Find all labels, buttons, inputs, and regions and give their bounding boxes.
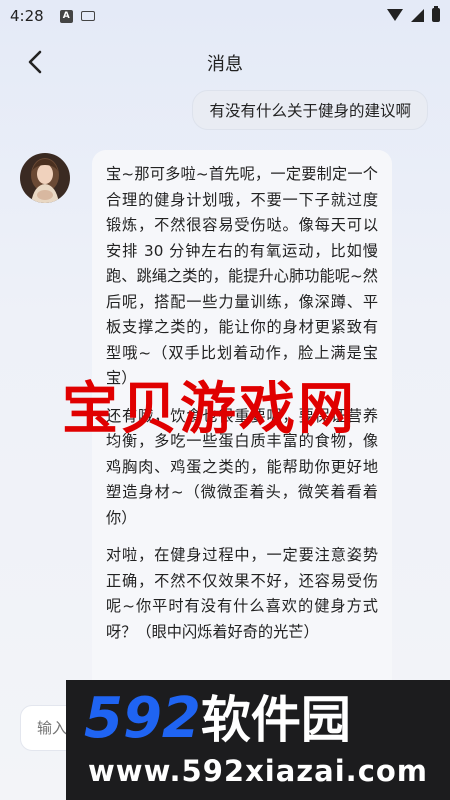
watermark-red-text: 宝贝游戏网 [62, 377, 357, 442]
signal-icon [411, 8, 424, 22]
assistant-paragraph: 对啦，在健身过程中，一定要注意姿势正确，不然不仅效果不好，还容易受伤呢~你平时有… [106, 546, 378, 641]
assistant-paragraph: 宝~那可多啦~首先呢，一定要制定一个合理的健身计划哦，不要一下子就过度锻炼，不然… [106, 165, 378, 387]
page-title: 消息 [207, 54, 243, 75]
user-message-bubble: 有没有什么关于健身的建议啊 [192, 90, 428, 130]
keyboard-icon [80, 11, 95, 21]
watermark-logo-box: 592软件园 www.592xiazai.com [66, 680, 450, 800]
chat-header: 消息 [0, 40, 450, 84]
avatar-image [20, 153, 70, 203]
watermark-logo-text: 软件园 [200, 691, 351, 749]
status-bar: 4:28 A [0, 0, 450, 32]
status-time: 4:28 [10, 7, 44, 25]
wifi-icon [387, 9, 403, 21]
assistant-avatar[interactable] [20, 153, 70, 203]
a-app-icon: A [59, 9, 73, 23]
watermark-logo-number: 592 [84, 686, 201, 751]
battery-icon [432, 6, 440, 22]
watermark-logo: 592软件园 [84, 688, 351, 751]
watermark-url: www.592xiazai.com [88, 754, 429, 788]
